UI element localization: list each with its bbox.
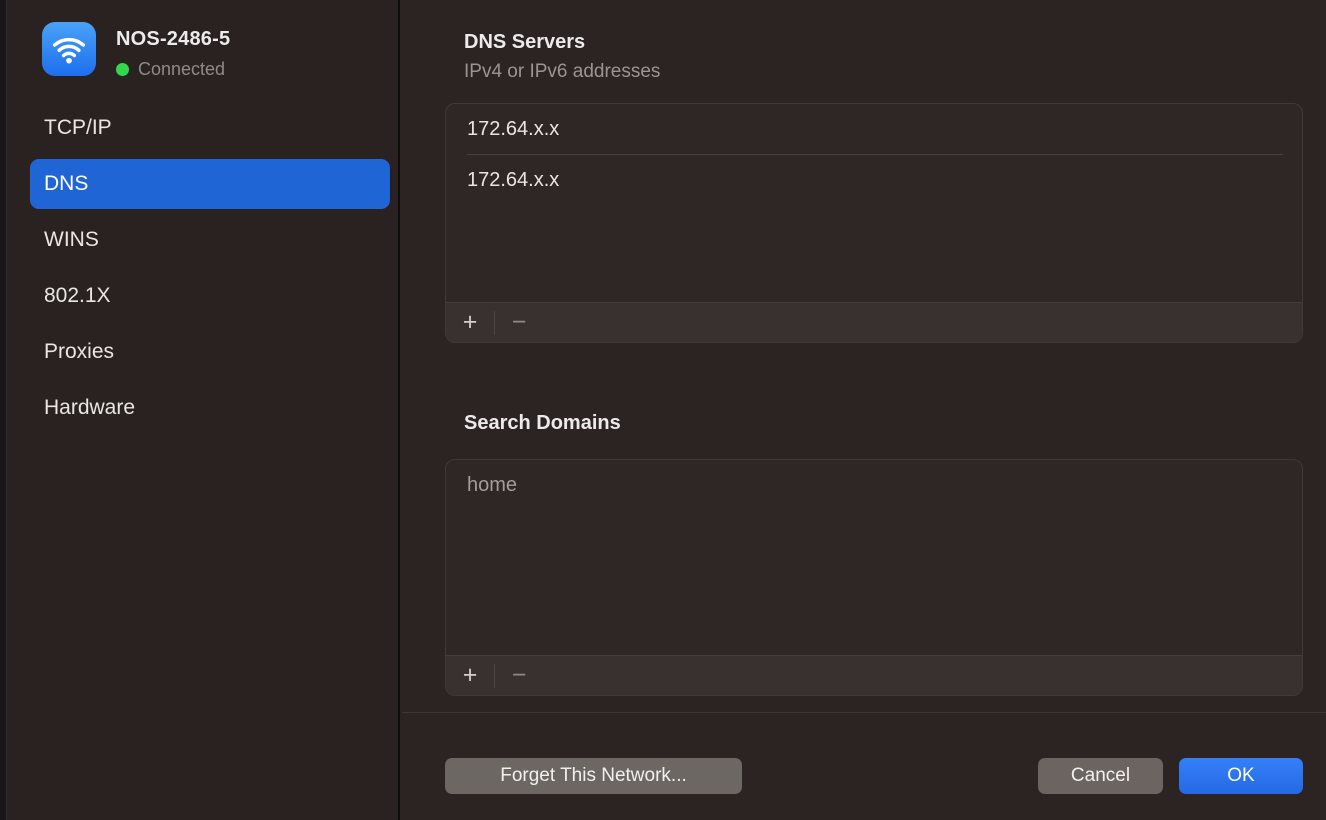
forget-network-button[interactable]: Forget This Network... bbox=[445, 758, 742, 794]
add-search-domain-button[interactable]: + bbox=[446, 656, 494, 696]
sidebar-item-hardware[interactable]: Hardware bbox=[30, 383, 390, 433]
sidebar-item-wins[interactable]: WINS bbox=[30, 215, 390, 265]
dns-servers-title: DNS Servers bbox=[464, 29, 585, 55]
search-domain-entry[interactable]: home bbox=[446, 460, 1302, 510]
dns-panel: DNS Servers IPv4 or IPv6 addresses 172.6… bbox=[402, 0, 1326, 820]
sidebar-item-proxies[interactable]: Proxies bbox=[30, 327, 390, 377]
remove-dns-server-button[interactable]: − bbox=[495, 303, 543, 343]
window-edge-strip bbox=[0, 0, 7, 820]
sidebar-item-8021x[interactable]: 802.1X bbox=[30, 271, 390, 321]
settings-nav: TCP/IP DNS WINS 802.1X Proxies Hardware bbox=[30, 103, 390, 439]
network-header: NOS-2486-5 Connected bbox=[42, 22, 230, 80]
cancel-button[interactable]: Cancel bbox=[1038, 758, 1163, 794]
dns-servers-list-controls: + − bbox=[446, 302, 1302, 342]
dns-server-entry[interactable]: 172.64.x.x bbox=[446, 104, 1302, 154]
footer-divider bbox=[402, 712, 1326, 713]
remove-search-domain-button[interactable]: − bbox=[495, 656, 543, 696]
network-meta: NOS-2486-5 Connected bbox=[116, 22, 230, 80]
dns-server-entry[interactable]: 172.64.x.x bbox=[446, 155, 1302, 205]
sidebar-item-tcpip[interactable]: TCP/IP bbox=[30, 103, 390, 153]
sidebar-item-dns[interactable]: DNS bbox=[30, 159, 390, 209]
network-status: Connected bbox=[116, 59, 230, 80]
connected-status-dot bbox=[116, 63, 129, 76]
search-domains-list: home + − bbox=[445, 459, 1303, 696]
search-domains-title: Search Domains bbox=[464, 410, 621, 436]
network-name: NOS-2486-5 bbox=[116, 27, 230, 52]
add-dns-server-button[interactable]: + bbox=[446, 303, 494, 343]
dns-servers-list: 172.64.x.x 172.64.x.x + − bbox=[445, 103, 1303, 343]
connected-status-label: Connected bbox=[138, 59, 225, 80]
wifi-icon bbox=[42, 22, 96, 76]
dns-servers-subtitle: IPv4 or IPv6 addresses bbox=[464, 60, 660, 84]
search-domains-list-controls: + − bbox=[446, 655, 1302, 695]
network-sidebar: NOS-2486-5 Connected TCP/IP DNS WINS 802… bbox=[8, 0, 400, 820]
ok-button[interactable]: OK bbox=[1179, 758, 1303, 794]
